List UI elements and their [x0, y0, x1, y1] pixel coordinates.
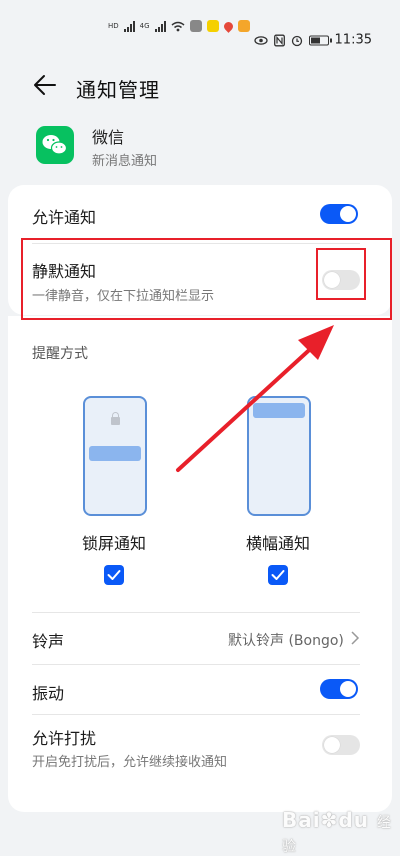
app-notification-icon: [237, 20, 250, 32]
divider: [32, 612, 360, 613]
banner-mode-label: 横幅通知: [246, 534, 311, 553]
status-bar: HD 4G 11:35: [0, 0, 400, 48]
4g-signal-icon: [154, 20, 166, 32]
5g-signal-icon: [123, 20, 135, 32]
banner-preview[interactable]: [247, 396, 311, 516]
eye-icon: [253, 35, 268, 45]
lockscreen-preview[interactable]: [83, 396, 147, 516]
reminder-section-title: 提醒方式: [32, 346, 88, 362]
allow-dnd-description: 开启免打扰后，允许继续接收通知: [32, 755, 228, 770]
app-info: 微信 新消息通知: [0, 118, 400, 178]
lockscreen-notification-banner: [89, 446, 141, 461]
divider: [32, 714, 360, 715]
watermark-paw: du: [338, 808, 369, 832]
divider: [32, 664, 360, 665]
banner-checkbox[interactable]: [268, 565, 288, 585]
app-notification-icon: [189, 20, 202, 32]
4g-label: 4G: [139, 22, 150, 30]
chevron-right-icon: [351, 631, 360, 645]
banner-notification-banner: [253, 403, 305, 418]
arrow-left-icon[interactable]: [32, 72, 58, 98]
status-time: 11:35: [334, 32, 372, 48]
battery-icon: [308, 35, 332, 45]
ringtone-value[interactable]: 默认铃声 (Bongo): [228, 630, 344, 650]
ringtone-label: 铃声: [32, 632, 65, 651]
nfc-icon: [273, 34, 285, 46]
app-notification-icon: [206, 20, 219, 32]
page-title: 通知管理: [76, 78, 160, 102]
allow-notifications-toggle[interactable]: [320, 204, 358, 224]
header: 通知管理: [0, 62, 400, 106]
annotation-toggle-box: [316, 248, 366, 300]
app-name: 微信: [92, 128, 125, 147]
lockscreen-mode-label: 锁屏通知: [82, 534, 147, 553]
vibrate-toggle[interactable]: [320, 679, 358, 699]
allow-dnd-toggle[interactable]: [322, 735, 360, 755]
vibrate-label: 振动: [32, 684, 65, 703]
paw-icon: ✽: [320, 808, 339, 832]
lock-icon: [111, 412, 120, 425]
allow-notifications-label: 允许通知: [32, 208, 97, 227]
hd-icon: HD: [108, 22, 119, 30]
status-left-icons: HD 4G: [108, 19, 250, 33]
watermark-text: Bai: [282, 808, 321, 832]
allow-dnd-label: 允许打扰: [32, 729, 97, 748]
wifi-icon: [171, 21, 185, 31]
toggle-knob: [340, 206, 356, 222]
lockscreen-checkbox[interactable]: [104, 565, 124, 585]
baidu-watermark: Bai✽du 经验: [282, 808, 400, 856]
toggle-knob: [324, 737, 340, 753]
map-pin-icon: [221, 19, 235, 33]
wechat-icon: [36, 126, 74, 164]
checkmark-icon: [107, 570, 121, 580]
status-right-icons: 11:35: [253, 32, 372, 48]
app-subtitle: 新消息通知: [92, 154, 158, 169]
alarm-icon: [291, 35, 302, 46]
toggle-knob: [340, 681, 356, 697]
checkmark-icon: [271, 570, 285, 580]
